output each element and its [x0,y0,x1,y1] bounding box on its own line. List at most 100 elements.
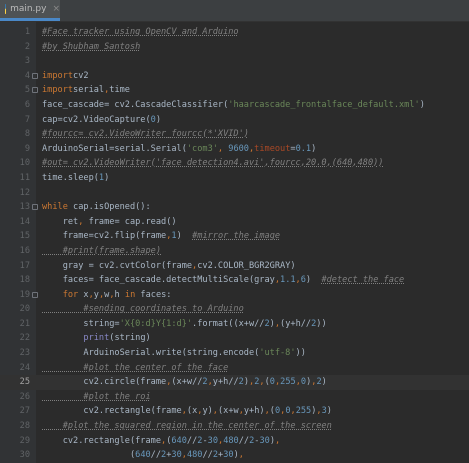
line-number: 7 [24,114,30,125]
code-line[interactable]: 5 importserial,time [0,83,469,98]
code-token: #Face tracker using OpenCV and Arduino [42,27,239,37]
code-token: cap=cv2.VideoCapture( [42,114,151,125]
fold-marker-icon[interactable] [32,87,38,94]
line-number: 6 [24,99,30,110]
code-line[interactable]: 16 #print(frame.shape) [0,244,469,259]
code-token: ) [176,231,193,242]
code-token: ) [419,99,425,110]
line-number: 30 [19,450,30,461]
tab-main-py[interactable]: main.py × [0,0,60,21]
code-token: 9600 [223,143,249,154]
code-line[interactable]: 15 frame=cv2.flip(frame,1) #mirror the i… [0,229,469,244]
code-token: serial [73,85,105,96]
code-token: import [42,85,74,96]
code-token: x [78,289,89,300]
code-token: #print(frame.shape) [42,245,161,256]
code-line[interactable]: 1 #Face tracker using OpenCV and Arduino [0,25,469,40]
line-number: 21 [19,318,30,329]
code-line[interactable]: 12 [0,186,469,201]
code-line[interactable]: 28 #plot the squared region in the cente… [0,419,469,434]
line-number: 14 [19,216,30,227]
code-line[interactable]: 10 #out= cv2.VideoWriter('face detection4… [0,156,469,171]
code-line[interactable]: 30 (640//2+30,480//2+30), [0,448,469,463]
code-line[interactable]: 24 #plot the center of the face [0,361,469,376]
code-text: importcv2 [42,69,89,84]
code-token: ArduinoSerial=serial.Serial( [42,143,187,154]
code-line[interactable]: 3 [0,54,469,69]
code-line[interactable]: 29 cv2.rectangle(frame,(640//2-30,480//2… [0,434,469,449]
line-number: 11 [19,172,30,183]
line-number: 9 [24,143,30,154]
code-line[interactable]: 26 #plot the roi [0,390,469,405]
code-text: #Face tracker using OpenCV and Arduino [42,25,239,40]
line-number: 13 [19,202,30,213]
code-token: #plot the center of the face [42,362,229,373]
code-line[interactable]: 8 #fourcc= cv2.VideoWriter_fourcc(*'XVID'… [0,127,469,142]
code-line[interactable]: 9 ArduinoSerial=serial.Serial('com3', 960… [0,142,469,157]
code-token: #plot the roi [42,391,151,402]
code-token: )) [316,318,327,329]
line-number: 22 [19,333,30,344]
line-number: 18 [19,275,30,286]
code-token: cv2.COLOR_BGR2GRAY) [197,260,296,271]
code-line[interactable]: 13 while cap.isOpened(): [0,200,469,215]
code-text: ArduinoSerial.write(string.encode('utf-8… [42,346,306,361]
line-number: 20 [19,304,30,315]
code-line[interactable]: 11 time.sleep(1) [0,171,469,186]
code-line[interactable]: 27 cv2.rectangle(frame,(x,y),(x+w,y+h),(… [0,404,469,419]
code-line[interactable]: 22 print(string) [0,331,469,346]
code-line[interactable]: 25 cv2.circle(frame,(x+w//2,y+h//2),2,(0… [0,375,469,390]
code-text: cap=cv2.VideoCapture(0) [42,113,161,128]
code-token: )) [295,348,306,359]
code-token: timeout [254,143,291,154]
code-line[interactable]: 2 #by Shubham Santosh [0,40,469,55]
code-line[interactable]: 17 gray = cv2.cvtColor(frame,cv2.COLOR_B… [0,259,469,274]
line-number: 28 [19,421,30,432]
code-token: 30 [207,435,218,446]
code-line[interactable]: 20 #sending coordinates to Arduino [0,302,469,317]
code-token: cv2 [73,70,89,81]
code-token: (y+h// [280,318,312,329]
code-text: ArduinoSerial=serial.Serial('com3', 9600… [42,142,316,157]
line-number: 2 [24,41,30,52]
code-token: 480 [186,450,203,461]
code-line[interactable]: 6 face_cascade= cv2.CascadeClassifier('ha… [0,98,469,113]
code-line[interactable]: 14 ret, frame= cap.read() [0,215,469,230]
line-number: 5 [24,85,30,96]
code-text: (640//2+30,480//2+30), [42,448,244,463]
code-editor[interactable]: 1 #Face tracker using OpenCV and Arduino 2… [0,22,469,463]
code-token: #out= cv2.VideoWriter('face detection4.a… [42,158,384,169]
line-number: 4 [24,70,30,81]
code-text: importserial,time [42,83,130,98]
fold-marker-icon[interactable] [32,204,38,211]
code-token: ret [42,216,79,227]
code-token: ) [326,406,332,417]
code-line[interactable]: 19 for x,y,w,h in faces: [0,288,469,303]
code-token: frame= cap.read() [83,216,177,227]
line-number: 27 [19,406,30,417]
line-number: 12 [19,187,30,198]
line-number: 19 [19,289,30,300]
code-token: y+h// [212,377,239,388]
line-number: 23 [19,348,30,359]
code-token: ) [104,172,110,183]
line-number: 26 [19,391,30,402]
code-token: #mirror the image [192,231,281,242]
line-number: 24 [19,362,30,373]
fold-marker-icon[interactable] [32,291,38,298]
line-number: 17 [19,260,30,271]
fold-marker-icon[interactable] [32,72,38,79]
code-token: #sending coordinates to Arduino [42,304,244,315]
code-line[interactable]: 21 string='X{0:d}Y{1:d}'.format((x+w//2)… [0,317,469,332]
code-token: ) [155,114,162,125]
code-line[interactable]: 23 ArduinoSerial.write(string.encode('ut… [0,346,469,361]
code-line[interactable]: 4 importcv2 [0,69,469,84]
code-line[interactable]: 7 cap=cv2.VideoCapture(0) [0,113,469,128]
code-token: ) [305,275,322,286]
editor-tab-bar: main.py × [0,0,469,22]
close-icon[interactable]: × [52,4,60,14]
code-line[interactable]: 18 faces= face_cascade.detectMultiScale(… [0,273,469,288]
code-token: ) [321,377,327,388]
code-token: 'X{0:d}Y{1:d}' [119,318,193,329]
code-token: (x [186,406,198,417]
